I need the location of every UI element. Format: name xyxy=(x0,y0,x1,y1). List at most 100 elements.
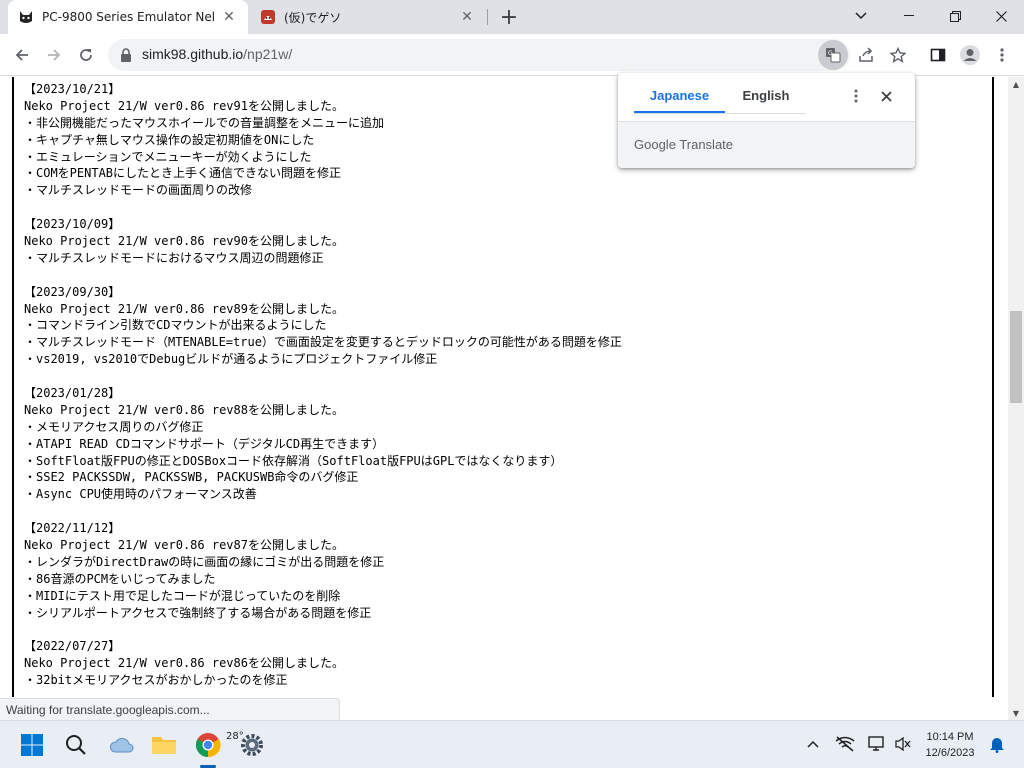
clock-date: 12/6/2023 xyxy=(925,747,975,759)
file-explorer-icon[interactable] xyxy=(148,729,180,761)
entry-change-item: ・レンダラがDirectDrawの時に画面の縁にゴミが出る問題を修正 xyxy=(24,554,385,569)
entry-change-item: ・マルチスレッドモードにおけるマウス周辺の問題修正 xyxy=(24,250,324,265)
chrome-taskbar-icon[interactable] xyxy=(192,729,224,761)
new-tab-button[interactable]: + xyxy=(497,5,521,30)
tab-strip: PC-9800 Series Emulator Neko P ✕ (仮)でゲソ … xyxy=(0,0,1024,34)
clock-time: 10:14 PM xyxy=(926,731,974,743)
google-translate-logo: Google Translate xyxy=(634,137,734,152)
close-window-button[interactable] xyxy=(978,0,1024,32)
entry-change-item: ・シリアルポートアクセスで強制終了する場合がある問題を修正 xyxy=(24,605,372,620)
changelog-frame: 【2023/10/21】 Neko Project 21/W ver0.86 re… xyxy=(12,77,994,697)
scroll-thumb[interactable] xyxy=(1010,310,1022,403)
more-menu-icon[interactable] xyxy=(988,41,1016,69)
tab-separator xyxy=(487,9,488,25)
status-bubble: Waiting for translate.googleapis.com... xyxy=(0,698,340,720)
close-tab-icon[interactable]: ✕ xyxy=(220,8,238,26)
svg-text:G: G xyxy=(828,50,833,57)
tab-title: PC-9800 Series Emulator Neko P xyxy=(42,10,214,24)
translate-popup: Japanese English Google Translate xyxy=(618,73,915,168)
entry-release-line: Neko Project 21/W ver0.86 rev90を公開しました。 xyxy=(24,234,344,249)
translate-page-icon[interactable]: G xyxy=(818,40,848,70)
entry-release-line: Neko Project 21/W ver0.86 rev86を公開しました。 xyxy=(24,656,344,671)
entry-date: 【2022/07/27】 xyxy=(24,639,121,654)
entry-change-item: ・vs2019, vs2010でDebugビルドが通るようにプロジェクトファイル… xyxy=(24,352,438,367)
settings-gear-icon[interactable] xyxy=(236,729,268,761)
display-icon[interactable] xyxy=(866,733,888,755)
entry-release-line: Neko Project 21/W ver0.86 rev87を公開しました。 xyxy=(24,538,344,553)
entry-change-item: ・SoftFloat版FPUの修正とDOSBoxコード依存解消（SoftFloa… xyxy=(24,453,563,468)
tab-divider xyxy=(634,113,806,114)
tab-search-icon[interactable] xyxy=(838,0,884,32)
start-windows-icon[interactable] xyxy=(16,729,48,761)
tab-pc9800-emulator[interactable]: PC-9800 Series Emulator Neko P ✕ xyxy=(8,0,248,34)
entry-date: 【2022/11/12】 xyxy=(24,521,121,536)
entry-change-item: ・32bitメモリアクセスがおかしかったのを修正 xyxy=(24,673,288,688)
back-button[interactable] xyxy=(8,41,36,69)
entry-change-item: ・マルチスレッドモードの画面周りの改修 xyxy=(24,183,253,198)
network-disconnected-icon[interactable] xyxy=(834,733,856,755)
changelog-entry: 【2023/09/30】 Neko Project 21/W ver0.86 re… xyxy=(24,284,622,368)
profile-avatar-icon[interactable] xyxy=(956,41,984,69)
translate-popup-footer: Google Translate xyxy=(618,121,915,168)
forward-button[interactable] xyxy=(40,41,68,69)
entry-change-item: ・86音源のPCMをいじってみました xyxy=(24,571,216,586)
entry-change-item: ・ATAPI READ CDコマンドサポート（デジタルCD再生できます） xyxy=(24,436,385,451)
maximize-button[interactable] xyxy=(932,0,978,32)
bookmark-star-icon[interactable] xyxy=(884,41,912,69)
tab-japanese[interactable]: Japanese xyxy=(634,88,725,110)
reload-button[interactable] xyxy=(72,41,100,69)
entry-change-item: ・非公開機能だったマウスホイールでの音量調整をメニューに追加 xyxy=(24,115,385,130)
volume-muted-icon[interactable] xyxy=(892,733,914,755)
url-path: /np21w/ xyxy=(243,46,293,62)
entry-date: 【2023/01/28】 xyxy=(24,386,121,401)
entry-release-line: Neko Project 21/W ver0.86 rev91を公開しました。 xyxy=(24,98,344,113)
entry-change-item: ・コマンドライン引数でCDマウントが出来るようにした xyxy=(24,318,327,333)
entry-change-item: ・キャプチャ無しマウス操作の設定初期値をONにした xyxy=(24,132,315,147)
entry-date: 【2023/10/21】 xyxy=(24,82,121,96)
translate-options-icon[interactable] xyxy=(846,85,866,107)
tab-kari-de-geso[interactable]: (仮)でゲソ ✕ xyxy=(250,0,486,34)
changelog-entry: 【2022/11/12】 Neko Project 21/W ver0.86 re… xyxy=(24,520,622,621)
show-hidden-icons-chevron-icon[interactable] xyxy=(802,733,824,755)
changelog-entry: 【2023/01/28】 Neko Project 21/W ver0.86 re… xyxy=(24,385,622,503)
changelog-entry: 【2022/07/27】 Neko Project 21/W ver0.86 re… xyxy=(24,638,622,689)
entry-change-item: ・COMをPENTABにしたとき上手く通信できない問題を修正 xyxy=(24,166,342,181)
entry-change-item: ・メモリアクセス周りのバグ修正 xyxy=(24,419,204,434)
tab-english[interactable]: English xyxy=(736,88,796,110)
page-scrollbar[interactable]: ▲ ▼ xyxy=(1008,77,1024,720)
squid-favicon-icon xyxy=(260,9,276,25)
changelog-entry: 【2023/10/21】 Neko Project 21/W ver0.86 re… xyxy=(24,81,622,199)
notification-bell-icon[interactable] xyxy=(986,733,1008,755)
browser-toolbar: simk98.github.io/np21w/ G xyxy=(0,34,1024,76)
minimize-button[interactable] xyxy=(886,0,932,32)
close-tab-icon[interactable]: ✕ xyxy=(458,8,476,26)
entry-release-line: Neko Project 21/W ver0.86 rev89を公開しました。 xyxy=(24,301,344,316)
tab-title: (仮)でゲソ xyxy=(284,10,342,25)
entry-change-item: ・SSE2 PACKSSDW, PACKSSWB, PACKUSWB命令のバグ修… xyxy=(24,470,359,485)
changelog-entry: 【2023/10/09】 Neko Project 21/W ver0.86 re… xyxy=(24,216,622,267)
search-icon[interactable] xyxy=(60,729,92,761)
active-tab-indicator xyxy=(634,111,725,113)
entry-date: 【2023/09/30】 xyxy=(24,284,121,299)
address-bar[interactable]: simk98.github.io/np21w/ G xyxy=(108,39,906,71)
side-panel-icon[interactable] xyxy=(924,41,952,69)
page-content: 【2023/10/21】 Neko Project 21/W ver0.86 re… xyxy=(0,77,1008,697)
entry-change-item: ・MIDIにテスト用で足したコードが混じっていたのを削除 xyxy=(24,588,341,603)
taskbar: 28° 10:14 PM 12/6/2023 xyxy=(0,720,1024,768)
lock-icon[interactable] xyxy=(120,47,132,66)
share-icon[interactable] xyxy=(852,41,880,69)
entry-release-line: Neko Project 21/W ver0.86 rev88を公開しました。 xyxy=(24,402,344,417)
entry-change-item: ・マルチスレッドモード（MTENABLE=true）で画面設定を変更するとデッド… xyxy=(24,335,622,350)
entry-change-item: ・エミュレーションでメニューキーが効くようにした xyxy=(24,149,312,164)
cat-favicon-icon xyxy=(18,9,34,25)
scroll-down-arrow-icon[interactable]: ▼ xyxy=(1008,706,1024,720)
scroll-up-arrow-icon[interactable]: ▲ xyxy=(1008,77,1024,91)
entry-change-item: ・Async CPU使用時のパフォーマンス改善 xyxy=(24,487,257,502)
close-popup-icon[interactable] xyxy=(876,85,896,107)
url-host: simk98.github.io xyxy=(142,46,244,62)
taskbar-clock[interactable]: 10:14 PM 12/6/2023 xyxy=(918,729,982,761)
changelog: 【2023/10/21】 Neko Project 21/W ver0.86 re… xyxy=(24,81,622,697)
weather-widget-icon[interactable]: 28° xyxy=(106,729,244,761)
entry-date: 【2023/10/09】 xyxy=(24,217,121,232)
url-text: simk98.github.io/np21w/ xyxy=(142,46,292,62)
